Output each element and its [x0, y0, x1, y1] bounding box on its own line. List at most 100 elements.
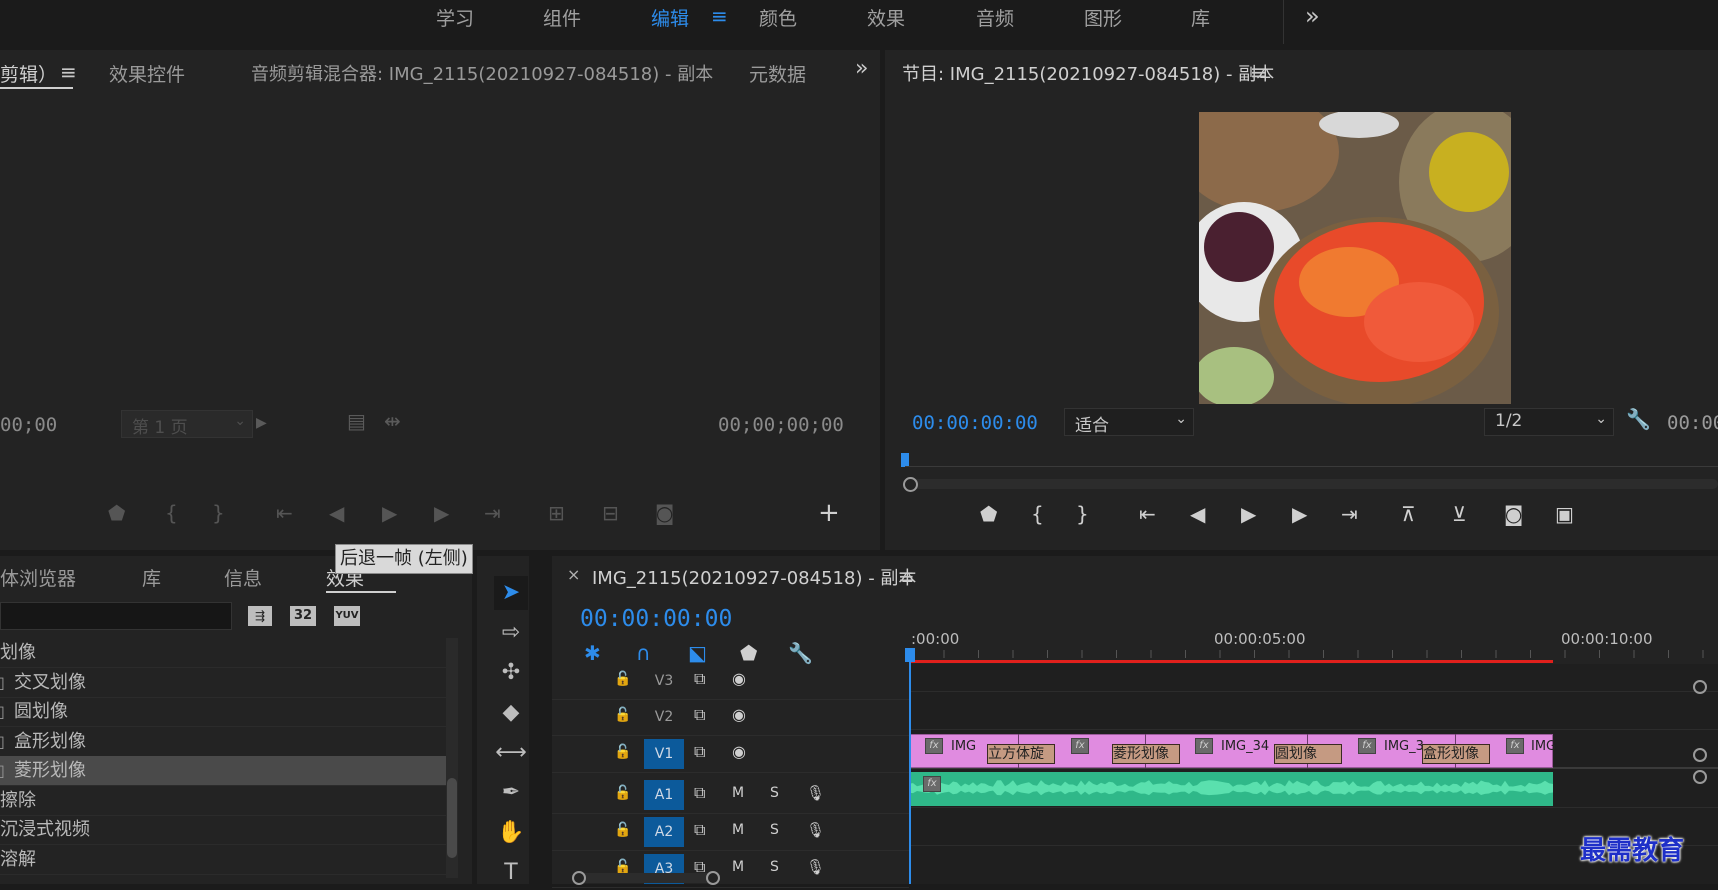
tab-info[interactable]: 信息 [224, 564, 262, 591]
track-lock-icon[interactable]: 🔓 [614, 741, 631, 763]
timeline-close-icon[interactable]: × [567, 565, 580, 584]
selection-tool-icon[interactable]: ➤ [494, 576, 528, 610]
zoom-handle-left[interactable] [903, 477, 918, 492]
effects-scrollbar-thumb[interactable] [447, 778, 457, 858]
resolution-select-box[interactable]: 1/2 ⌄ [1484, 408, 1614, 436]
track-lock-icon[interactable]: 🔓 [614, 782, 631, 804]
page-icon[interactable]: ▤ [347, 410, 366, 432]
ripple-edit-tool-icon[interactable]: ✣ [494, 656, 528, 690]
vertical-zoom-handle[interactable] [1693, 680, 1707, 694]
effects-search-input[interactable] [0, 602, 232, 630]
fx-badge[interactable]: fx [925, 738, 943, 754]
sync-lock-icon[interactable]: ⧉ [694, 782, 705, 804]
track-lock-icon[interactable]: 🔓 [614, 668, 631, 690]
fx-badge[interactable]: fx [1195, 738, 1213, 754]
track-target-toggle[interactable]: A2 [644, 817, 684, 847]
tab-libraries[interactable]: 库 [142, 564, 161, 591]
tab-effect-controls[interactable]: 效果控件 [109, 60, 185, 87]
export-frame-icon[interactable]: ◙ [655, 502, 674, 524]
pen-tool-icon[interactable]: ✒ [494, 776, 528, 810]
step-forward-icon[interactable]: ▶ [434, 502, 449, 524]
accelerated-effects-icon[interactable]: ⇶ [248, 606, 272, 626]
track-target-toggle[interactable]: V2 [644, 702, 684, 732]
scroll-handle-right[interactable] [706, 871, 720, 885]
add-marker-icon[interactable]: ⬟ [740, 642, 757, 664]
vertical-zoom-handle[interactable] [1693, 748, 1707, 762]
sync-lock-icon[interactable]: ⧉ [694, 704, 705, 726]
tab-menu-icon[interactable]: ≡ [60, 60, 77, 84]
solo-track-button[interactable]: S [770, 856, 779, 878]
voice-over-mic-icon[interactable]: 🎙 [806, 856, 825, 878]
go-to-out-icon[interactable]: ⇥ [1341, 503, 1358, 525]
snap-magnet-icon[interactable]: ∩ [636, 642, 651, 664]
mark-in-icon[interactable]: { [1031, 503, 1044, 525]
add-marker-icon[interactable]: ⬟ [108, 502, 125, 524]
mute-track-button[interactable]: M [732, 782, 744, 804]
play-icon[interactable]: ▶ [1241, 503, 1256, 525]
solo-track-button[interactable]: S [770, 819, 779, 841]
compare-view-icon[interactable]: ▣ [1555, 503, 1574, 525]
effects-folder[interactable]: 划像 [0, 638, 450, 668]
mark-out-icon[interactable]: } [212, 502, 225, 524]
workspace-assembly[interactable]: 组件 [543, 4, 581, 31]
panel-overflow-icon[interactable]: » [855, 56, 868, 81]
toggle-output-eye-icon[interactable]: ◉ [732, 704, 746, 726]
tab-media-browser[interactable]: 体浏览器 [0, 564, 76, 591]
playhead-handle[interactable] [905, 648, 915, 662]
button-editor-plus-icon[interactable]: + [818, 500, 840, 526]
yuv-effects-badge[interactable]: YUV [334, 606, 360, 626]
playhead-marker[interactable] [901, 453, 909, 467]
workspace-audio[interactable]: 音频 [976, 4, 1014, 31]
workspace-learn[interactable]: 学习 [436, 4, 474, 31]
track-select-tool-icon[interactable]: ⇨ [494, 616, 528, 650]
timeline-settings-wrench-icon[interactable]: 🔧 [788, 642, 813, 664]
voice-over-mic-icon[interactable]: 🎙 [806, 819, 825, 841]
type-tool-icon[interactable]: T [494, 856, 528, 890]
insert-icon[interactable]: ⊞ [548, 502, 565, 524]
workspace-libraries[interactable]: 库 [1191, 4, 1210, 31]
sync-lock-icon[interactable]: ⧉ [694, 741, 705, 763]
fx-badge[interactable]: fx [1506, 738, 1524, 754]
timeline-title[interactable]: IMG_2115(20210927-084518) - 副本 [592, 564, 916, 590]
timeline-timecode[interactable]: 00:00:00:00 [580, 606, 732, 632]
effects-folder[interactable]: 擦除 [0, 786, 450, 816]
track-target-toggle[interactable]: A1 [644, 780, 684, 810]
toggle-output-eye-icon[interactable]: ◉ [732, 741, 746, 763]
slip-tool-icon[interactable]: ⟷ [494, 736, 528, 770]
scroll-handle-left[interactable] [572, 871, 586, 885]
effects-folder[interactable]: 沉浸式视频 [0, 815, 450, 845]
add-marker-icon[interactable]: ⬟ [980, 503, 997, 525]
export-frame-icon[interactable]: ◙ [1504, 503, 1523, 525]
tab-metadata[interactable]: 元数据 [749, 60, 806, 87]
tab-source[interactable]: 剪辑） [0, 60, 57, 87]
mute-track-button[interactable]: M [732, 819, 744, 841]
nest-sequence-icon[interactable]: ✱ [584, 642, 601, 664]
mark-in-icon[interactable]: { [165, 502, 178, 524]
hand-tool-icon[interactable]: ✋ [494, 816, 528, 850]
play-icon[interactable]: ▶ [382, 502, 397, 524]
toggle-output-eye-icon[interactable]: ◉ [732, 668, 746, 690]
go-to-out-icon[interactable]: ⇥ [484, 502, 501, 524]
linked-selection-icon[interactable]: ⬕ [688, 642, 707, 664]
effects-list-item[interactable]: ▯ 菱形划像 [0, 756, 450, 786]
mark-out-icon[interactable]: } [1076, 503, 1089, 525]
lift-icon[interactable]: ⊼ [1401, 503, 1416, 525]
sync-lock-icon[interactable]: ⧉ [694, 819, 705, 841]
step-forward-icon[interactable]: ▶ [1292, 503, 1307, 525]
workspace-editing[interactable]: 编辑 [651, 4, 689, 31]
fit-select[interactable]: 适合 ⌄ [1064, 408, 1194, 436]
fx-badge[interactable]: fx [1071, 738, 1089, 754]
effects-folder[interactable]: 溶解 [0, 845, 450, 875]
workspace-menu-icon[interactable]: ≡ [711, 4, 728, 28]
track-lock-icon[interactable]: 🔓 [614, 819, 631, 841]
transition-iris-round[interactable]: 圆划像 [1274, 744, 1342, 764]
track-lock-icon[interactable]: 🔓 [614, 704, 631, 726]
mute-track-button[interactable]: M [732, 856, 744, 878]
work-area-bar[interactable] [909, 660, 1553, 663]
voice-over-mic-icon[interactable]: 🎙 [806, 782, 825, 804]
razor-tool-icon[interactable]: ◆ [494, 696, 528, 730]
tab-audio-clip-mixer[interactable]: 音频剪辑混合器: IMG_2115(20210927-084518) - 副本 [251, 60, 713, 86]
program-timecode[interactable]: 00:00:00:00 [912, 412, 1038, 434]
workspace-color[interactable]: 颜色 [759, 4, 797, 31]
timeline-horizontal-scroll[interactable] [572, 871, 720, 885]
